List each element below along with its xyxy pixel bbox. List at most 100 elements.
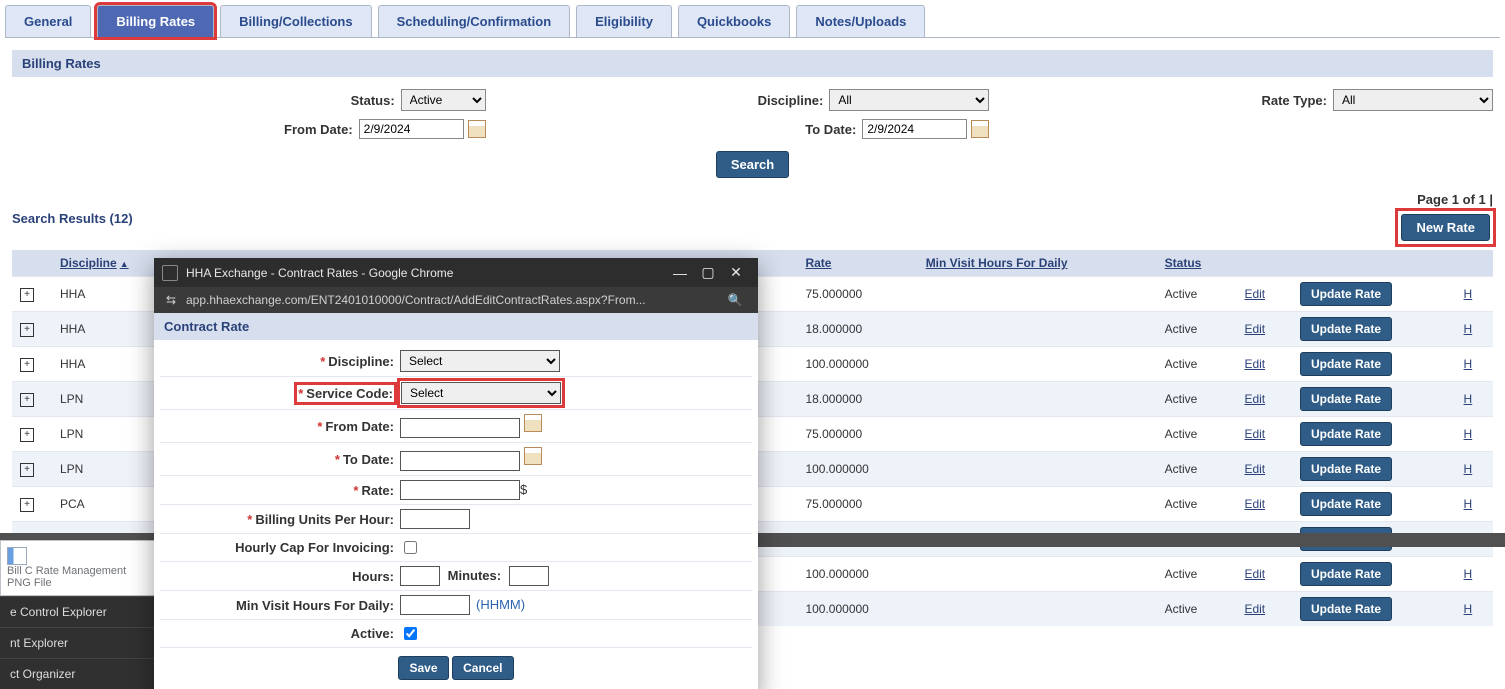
calendar-icon[interactable] bbox=[971, 120, 989, 138]
popup-service-code-select[interactable]: Select bbox=[401, 382, 561, 404]
file-type: PNG File bbox=[7, 577, 153, 589]
popup-active-checkbox[interactable] bbox=[404, 627, 417, 640]
history-link[interactable]: H bbox=[1456, 347, 1493, 382]
popup-url: app.hhaexchange.com/ENT2401010000/Contra… bbox=[186, 293, 726, 307]
history-link[interactable]: H bbox=[1456, 382, 1493, 417]
popup-titlebar[interactable]: HHA Exchange - Contract Rates - Google C… bbox=[154, 258, 758, 287]
lbl-hours: Hours: bbox=[352, 569, 394, 584]
history-link[interactable]: H bbox=[1456, 487, 1493, 522]
cell-status: Active bbox=[1157, 277, 1237, 312]
form-title: Contract Rate bbox=[154, 313, 758, 340]
tab-quickbooks[interactable]: Quickbooks bbox=[678, 5, 790, 37]
lbl-min-visit: Min Visit Hours For Daily: bbox=[236, 598, 394, 613]
zoom-icon[interactable]: 🔍 bbox=[726, 293, 744, 307]
edit-link[interactable]: Edit bbox=[1244, 357, 1265, 371]
col-rate[interactable]: Rate bbox=[797, 250, 917, 277]
popup-to-date-input[interactable] bbox=[400, 451, 520, 471]
update-rate-button[interactable]: Update Rate bbox=[1300, 457, 1392, 481]
cell-rate: 100.000000 bbox=[797, 557, 917, 592]
cell-status: Active bbox=[1157, 487, 1237, 522]
lbl-hourly-cap: Hourly Cap For Invoicing: bbox=[235, 540, 394, 555]
tab-general[interactable]: General bbox=[5, 5, 91, 37]
currency-symbol: $ bbox=[520, 482, 527, 497]
history-link[interactable]: H bbox=[1456, 417, 1493, 452]
edit-link[interactable]: Edit bbox=[1244, 322, 1265, 336]
popup-hours-input[interactable] bbox=[400, 566, 440, 586]
maximize-icon[interactable]: ▢ bbox=[694, 264, 722, 281]
discipline-select[interactable]: All bbox=[829, 89, 989, 111]
edit-link[interactable]: Edit bbox=[1244, 567, 1265, 581]
calendar-icon[interactable] bbox=[524, 414, 542, 432]
popup-hourly-cap-checkbox[interactable] bbox=[404, 541, 417, 554]
save-button[interactable]: Save bbox=[398, 656, 448, 680]
popup-min-visit-input[interactable] bbox=[400, 595, 470, 615]
update-rate-button[interactable]: Update Rate bbox=[1300, 562, 1392, 586]
edit-link[interactable]: Edit bbox=[1244, 602, 1265, 616]
popup-billing-units-input[interactable] bbox=[400, 509, 470, 529]
update-rate-button[interactable]: Update Rate bbox=[1300, 597, 1392, 621]
update-rate-button[interactable]: Update Rate bbox=[1300, 492, 1392, 516]
expand-icon[interactable]: + bbox=[20, 288, 34, 302]
edit-link[interactable]: Edit bbox=[1244, 287, 1265, 301]
edit-link[interactable]: Edit bbox=[1244, 392, 1265, 406]
cancel-button[interactable]: Cancel bbox=[452, 656, 513, 680]
update-rate-button[interactable]: Update Rate bbox=[1300, 422, 1392, 446]
cell-status: Active bbox=[1157, 557, 1237, 592]
to-date-label: To Date: bbox=[805, 122, 856, 137]
window-icon bbox=[162, 265, 178, 281]
to-date-input[interactable] bbox=[862, 119, 967, 139]
update-rate-button[interactable]: Update Rate bbox=[1300, 282, 1392, 306]
file-thumbnail[interactable]: Bill C Rate Management PNG File bbox=[0, 540, 160, 596]
section-title: Billing Rates bbox=[12, 50, 1493, 77]
close-icon[interactable]: ✕ bbox=[722, 264, 750, 281]
update-rate-button[interactable]: Update Rate bbox=[1300, 317, 1392, 341]
col-min-visit[interactable]: Min Visit Hours For Daily bbox=[918, 250, 1157, 277]
minimize-icon[interactable]: — bbox=[666, 265, 694, 281]
history-link[interactable]: H bbox=[1456, 312, 1493, 347]
update-rate-button[interactable]: Update Rate bbox=[1300, 387, 1392, 411]
os-panel[interactable]: e Control Explorer bbox=[0, 596, 160, 627]
tab-billing-collections[interactable]: Billing/Collections bbox=[220, 5, 371, 37]
history-link[interactable]: H bbox=[1456, 592, 1493, 627]
calendar-icon[interactable] bbox=[524, 447, 542, 465]
popup-discipline-select[interactable]: Select bbox=[400, 350, 560, 372]
expand-icon[interactable]: + bbox=[20, 358, 34, 372]
tab-eligibility[interactable]: Eligibility bbox=[576, 5, 672, 37]
tab-billing-rates[interactable]: Billing Rates bbox=[97, 5, 214, 37]
cell-status: Active bbox=[1157, 382, 1237, 417]
from-date-input[interactable] bbox=[359, 119, 464, 139]
history-link[interactable]: H bbox=[1456, 452, 1493, 487]
col-status[interactable]: Status bbox=[1157, 250, 1237, 277]
history-link[interactable]: H bbox=[1456, 557, 1493, 592]
calendar-icon[interactable] bbox=[468, 120, 486, 138]
filter-panel: Status: Active From Date: Discipline: Al… bbox=[12, 85, 1493, 143]
popup-rate-input[interactable] bbox=[400, 480, 520, 500]
status-select[interactable]: Active bbox=[401, 89, 486, 111]
tab-bar: General Billing Rates Billing/Collection… bbox=[5, 5, 1500, 38]
edit-link[interactable]: Edit bbox=[1244, 427, 1265, 441]
lbl-minutes: Minutes: bbox=[448, 568, 501, 583]
lbl-service-code: Service Code: bbox=[306, 386, 393, 401]
new-rate-button[interactable]: New Rate bbox=[1401, 214, 1490, 241]
popup-minutes-input[interactable] bbox=[509, 566, 549, 586]
tab-notes-uploads[interactable]: Notes/Uploads bbox=[796, 5, 925, 37]
os-panel[interactable]: ct Organizer bbox=[0, 658, 160, 689]
expand-icon[interactable]: + bbox=[20, 393, 34, 407]
sort-asc-icon: ▲ bbox=[120, 259, 129, 269]
lbl-discipline: Discipline: bbox=[328, 354, 394, 369]
tab-scheduling[interactable]: Scheduling/Confirmation bbox=[378, 5, 571, 37]
history-link[interactable]: H bbox=[1456, 277, 1493, 312]
search-button[interactable]: Search bbox=[716, 151, 789, 178]
os-panel[interactable]: nt Explorer bbox=[0, 627, 160, 658]
site-settings-icon[interactable]: ⇆ bbox=[162, 293, 180, 307]
expand-icon[interactable]: + bbox=[20, 498, 34, 512]
rate-type-select[interactable]: All bbox=[1333, 89, 1493, 111]
expand-icon[interactable]: + bbox=[20, 428, 34, 442]
popup-from-date-input[interactable] bbox=[400, 418, 520, 438]
expand-icon[interactable]: + bbox=[20, 463, 34, 477]
expand-icon[interactable]: + bbox=[20, 323, 34, 337]
lbl-billing-units: Billing Units Per Hour: bbox=[255, 512, 394, 527]
update-rate-button[interactable]: Update Rate bbox=[1300, 352, 1392, 376]
edit-link[interactable]: Edit bbox=[1244, 462, 1265, 476]
edit-link[interactable]: Edit bbox=[1244, 497, 1265, 511]
